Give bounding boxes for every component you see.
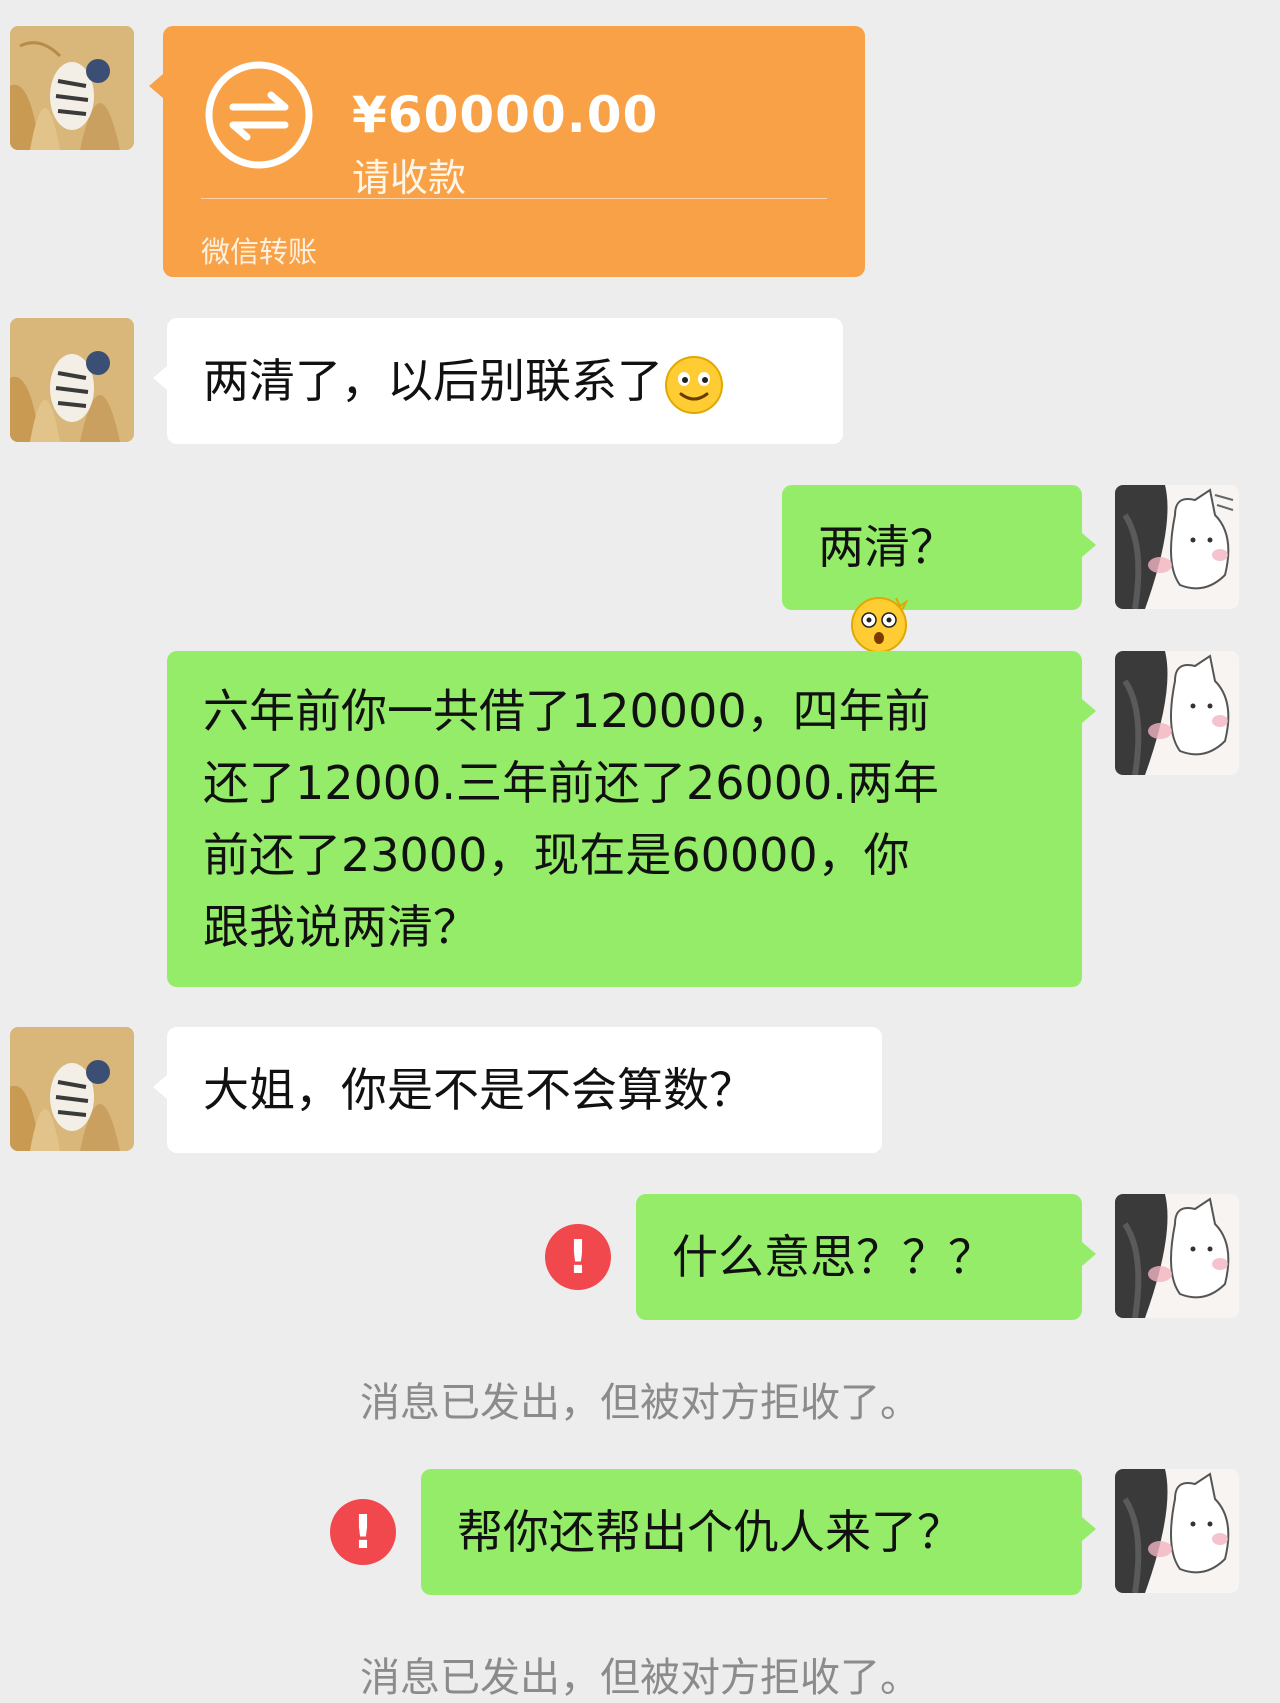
- friend-avatar[interactable]: [10, 1027, 134, 1151]
- friend-avatar[interactable]: [10, 26, 134, 150]
- message-bubble[interactable]: 帮你还帮出个仇人来了？: [421, 1469, 1096, 1595]
- message-text-line: 跟我说两清？: [203, 900, 479, 954]
- message-bubble[interactable]: 六年前你一共借了120000，四年前 还了12000.三年前还了26000.两年…: [167, 651, 1096, 987]
- message-text: 什么意思？？？: [672, 1230, 994, 1284]
- message-bubble[interactable]: 什么意思？？？: [636, 1194, 1096, 1320]
- send-failed-icon[interactable]: !: [545, 1224, 611, 1290]
- my-avatar[interactable]: [1115, 1469, 1239, 1593]
- my-avatar[interactable]: [1115, 1194, 1239, 1318]
- rejected-notice: 消息已发出，但被对方拒收了。: [360, 1655, 920, 1701]
- transfer-source-label: 微信转账: [201, 235, 318, 269]
- message-text: 大姐，你是不是不会算数？: [203, 1063, 755, 1117]
- message-text: 两清？: [818, 520, 956, 574]
- shocked-emoji-icon: [848, 592, 910, 654]
- message-bubble[interactable]: 两清？: [782, 485, 1096, 653]
- send-failed-icon[interactable]: !: [330, 1499, 396, 1565]
- transfer-card[interactable]: ¥60000.00 请收款 微信转账: [149, 26, 865, 277]
- transfer-arrows-icon: [203, 59, 315, 171]
- message-text-line: 前还了23000，现在是60000，你: [203, 828, 910, 882]
- transfer-divider: [201, 198, 827, 199]
- friend-avatar[interactable]: [10, 318, 134, 442]
- my-avatar[interactable]: [1115, 651, 1239, 775]
- rejected-notice: 消息已发出，但被对方拒收了。: [360, 1380, 920, 1426]
- message-text: 帮你还帮出个仇人来了？: [457, 1505, 963, 1559]
- message-bubble[interactable]: 两清了，以后别联系了: [153, 318, 843, 444]
- message-text: 两清了，以后别联系了: [203, 354, 663, 408]
- smile-emoji-icon: [663, 354, 725, 416]
- transfer-amount: ¥60000.00: [352, 86, 659, 144]
- message-text-line: 六年前你一共借了120000，四年前: [203, 684, 931, 738]
- message-text-line: 还了12000.三年前还了26000.两年: [203, 756, 939, 810]
- transfer-status: 请收款: [352, 156, 467, 200]
- message-bubble[interactable]: 大姐，你是不是不会算数？: [153, 1027, 882, 1153]
- my-avatar[interactable]: [1115, 485, 1239, 609]
